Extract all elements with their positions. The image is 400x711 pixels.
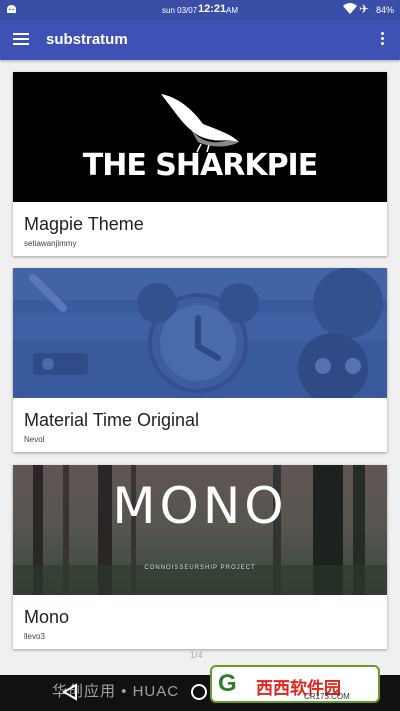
theme-banner-subtitle: CONNOISSEURSHIP PROJECT bbox=[144, 565, 256, 571]
watermark: 华创应用 • HUAC bbox=[52, 683, 180, 700]
theme-banner-material-time bbox=[13, 268, 387, 398]
theme-card-mono[interactable]: MONO CONNOISSEURSHIP PROJECT Mono llevo3 bbox=[13, 465, 387, 649]
theme-banner-title: MONO bbox=[112, 477, 288, 535]
theme-card-material-time[interactable]: Material Time Original Nevol bbox=[13, 268, 387, 452]
status-date: sun 03/07 bbox=[162, 6, 198, 15]
app-title: substratum bbox=[46, 31, 128, 48]
theme-author: Nevol bbox=[24, 435, 45, 444]
overflow-menu-icon[interactable] bbox=[378, 31, 386, 49]
menu-icon[interactable] bbox=[13, 33, 29, 47]
page-indicator: 1/4 bbox=[190, 650, 203, 660]
theme-name: Mono bbox=[24, 607, 70, 627]
site-logo: G 西西软件园 CR173.COM bbox=[210, 665, 380, 703]
theme-author: setiawanjimmy bbox=[24, 239, 77, 248]
theme-banner-title: THE SHARKPIE bbox=[82, 148, 318, 183]
status-bar: sun 03/07 12:21 AM ✈ 84% bbox=[0, 0, 400, 20]
status-time: 12:21 bbox=[198, 3, 227, 15]
status-ampm: AM bbox=[226, 6, 238, 15]
app-bar: substratum bbox=[0, 20, 400, 60]
theme-name: Material Time Original bbox=[24, 410, 200, 430]
site-logo-url: CR173.COM bbox=[304, 692, 350, 701]
theme-author: llevo3 bbox=[24, 632, 45, 641]
battery-level: 84% bbox=[376, 5, 395, 15]
wifi-icon bbox=[343, 3, 357, 17]
android-icon bbox=[6, 4, 17, 17]
theme-name: Magpie Theme bbox=[24, 214, 144, 234]
home-icon[interactable] bbox=[190, 683, 208, 706]
theme-card-magpie[interactable]: THE SHARKPIE Magpie Theme setiawanjimmy bbox=[13, 72, 387, 256]
airplane-mode-icon: ✈ bbox=[359, 2, 370, 16]
theme-banner-mono: MONO CONNOISSEURSHIP PROJECT bbox=[13, 465, 387, 595]
site-logo-mark: G bbox=[218, 670, 237, 697]
theme-banner-magpie: THE SHARKPIE bbox=[13, 72, 387, 202]
